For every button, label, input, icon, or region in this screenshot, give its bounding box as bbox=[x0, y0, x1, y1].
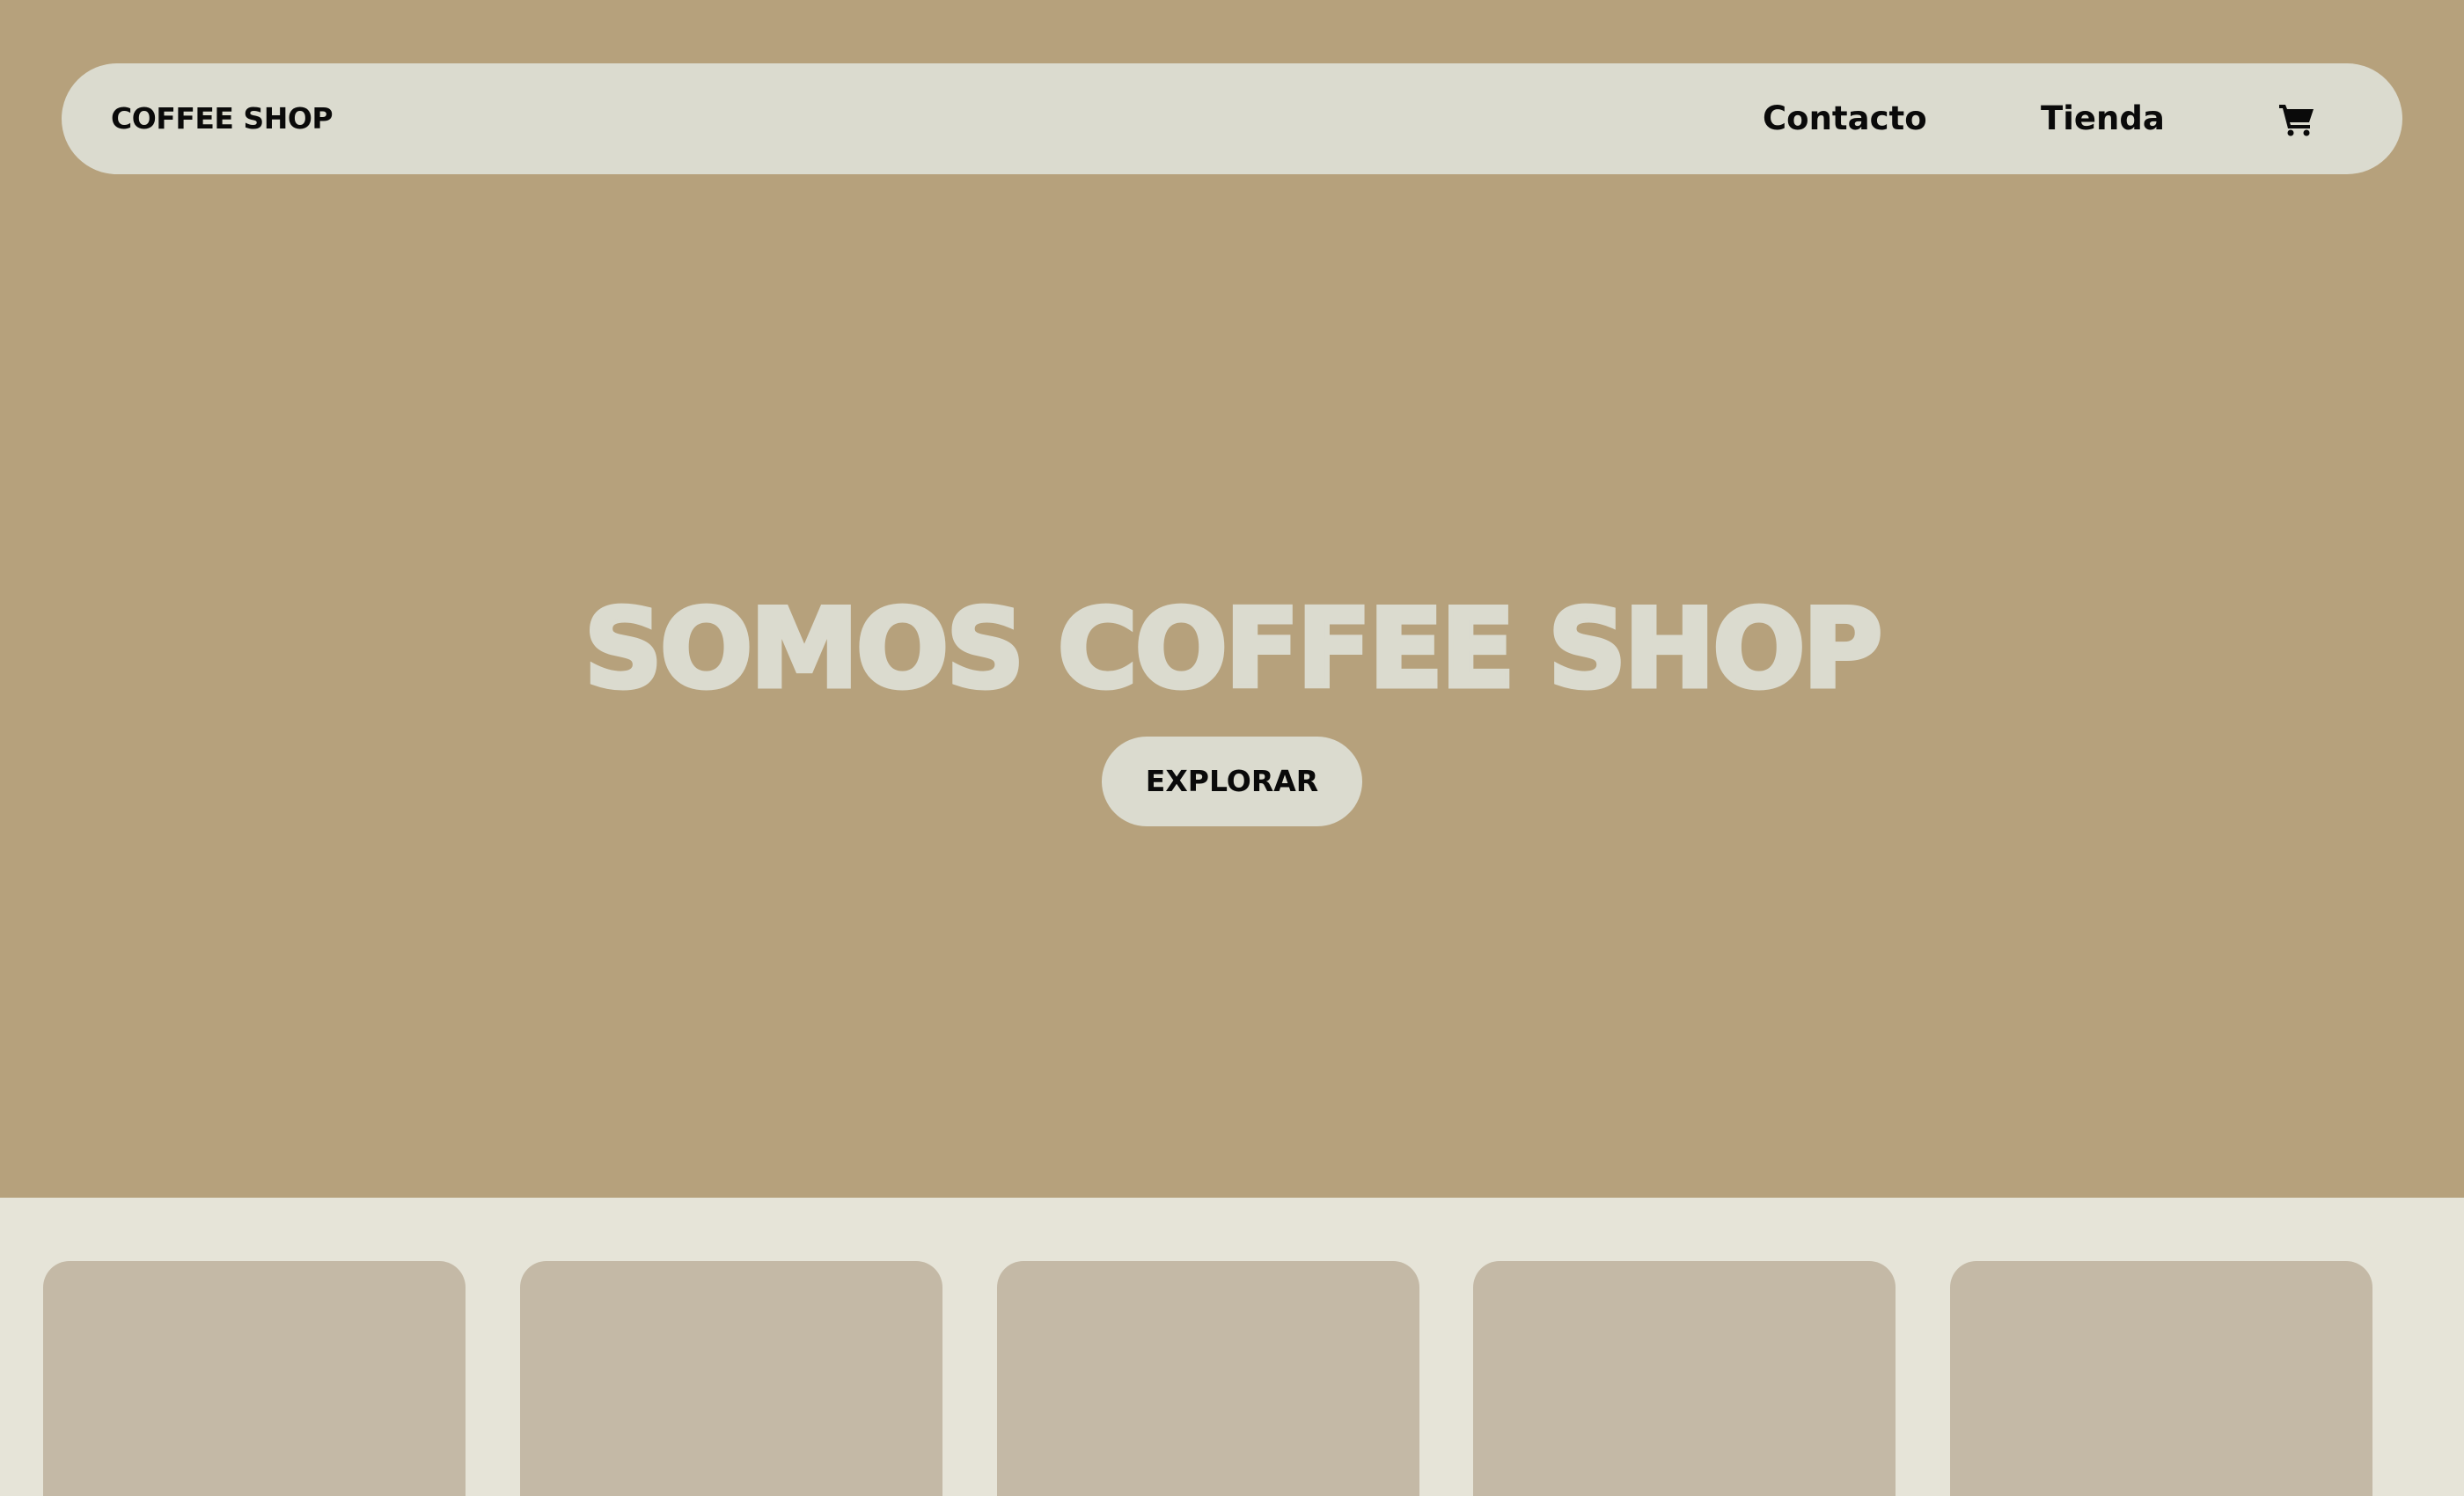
brand-logo[interactable]: COFFEE SHOP bbox=[111, 63, 334, 174]
product-card[interactable] bbox=[997, 1261, 1419, 1496]
product-card[interactable] bbox=[1950, 1261, 2372, 1496]
product-card[interactable] bbox=[520, 1261, 942, 1496]
product-cards-row bbox=[0, 1198, 2464, 1496]
explore-button[interactable]: EXPLORAR bbox=[1102, 737, 1362, 826]
shopping-cart-icon[interactable] bbox=[2277, 99, 2316, 138]
product-card[interactable] bbox=[1473, 1261, 1896, 1496]
top-navbar: COFFEE SHOP Contacto Tienda bbox=[62, 63, 2402, 174]
hero-title: SOMOS COFFEE SHOP bbox=[582, 586, 1885, 714]
nav-link-contacto[interactable]: Contacto bbox=[1763, 63, 1927, 174]
product-card[interactable] bbox=[43, 1261, 466, 1496]
hero-section: COFFEE SHOP Contacto Tienda SOMOS COFFEE… bbox=[0, 0, 2464, 1198]
nav-link-tienda[interactable]: Tienda bbox=[2041, 63, 2165, 174]
